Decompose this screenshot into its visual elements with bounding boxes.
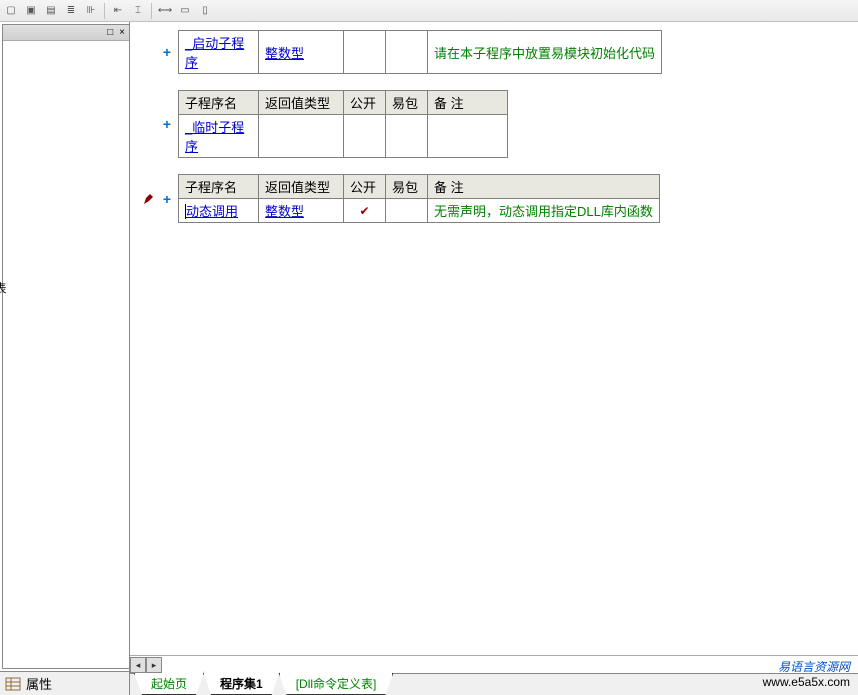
th-pub: 公开 bbox=[344, 175, 386, 199]
toolbar-btn-9[interactable]: ▭ bbox=[176, 2, 194, 20]
properties-icon bbox=[4, 676, 22, 692]
th-name: 子程序名 bbox=[179, 91, 259, 115]
expand-icon[interactable]: + bbox=[158, 44, 176, 60]
code-row-2: + 子程序名 返回值类型 公开 易包 备 注 _临时子程序 bbox=[140, 90, 854, 158]
func-table-2: 子程序名 返回值类型 公开 易包 备 注 _临时子程序 bbox=[178, 90, 508, 158]
pkg-cell[interactable] bbox=[386, 115, 428, 158]
scroll-left-icon[interactable]: ◂ bbox=[130, 657, 146, 673]
panel-close-icon[interactable]: × bbox=[117, 27, 127, 38]
note-cell[interactable] bbox=[428, 115, 508, 158]
public-cell[interactable] bbox=[344, 115, 386, 158]
toolbar-btn-10[interactable]: ▯ bbox=[196, 2, 214, 20]
func-table-3: 子程序名 返回值类型 公开 易包 备 注 动态调用 整数型 ✔ 无需声明，动态调… bbox=[178, 174, 660, 223]
watermark-en: www.e5a5x.com bbox=[763, 675, 850, 691]
th-ret: 返回值类型 bbox=[259, 91, 344, 115]
comment-text: 无需声明，动态调用指定DLL库内函数 bbox=[434, 204, 653, 219]
panel-header: □ × bbox=[3, 25, 129, 41]
toolbar-btn-1[interactable]: ▢ bbox=[2, 2, 20, 20]
scroll-right-icon[interactable]: ▸ bbox=[146, 657, 162, 673]
panel-minimize-icon[interactable]: □ bbox=[105, 27, 115, 38]
toolbar-btn-2[interactable]: ▣ bbox=[22, 2, 40, 20]
main-area: □ × 表 属性 + bbox=[0, 22, 858, 695]
tab-program-set[interactable]: 程序集1 bbox=[203, 671, 280, 695]
th-name: 子程序名 bbox=[179, 175, 259, 199]
toolbar-btn-8[interactable]: ⟷ bbox=[156, 2, 174, 20]
pkg-cell[interactable] bbox=[386, 31, 428, 74]
th-pkg: 易包 bbox=[386, 175, 428, 199]
th-pub: 公开 bbox=[344, 91, 386, 115]
toolbar-sep bbox=[151, 3, 152, 19]
table-row: _临时子程序 bbox=[179, 115, 508, 158]
func-name-link[interactable]: _临时子程序 bbox=[185, 120, 244, 154]
expand-icon[interactable]: + bbox=[158, 191, 176, 207]
comment-text: 请在本子程序中放置易模块初始化代码 bbox=[434, 46, 655, 61]
watermark: 易语言资源网 www.e5a5x.com bbox=[763, 660, 850, 691]
th-pkg: 易包 bbox=[386, 91, 428, 115]
return-type-link[interactable]: 整数型 bbox=[265, 204, 304, 219]
top-toolbar: ▢ ▣ ▤ ≣ ⊪ ⇤ ⌶ ⟷ ▭ ▯ bbox=[0, 0, 858, 22]
return-type-cell[interactable] bbox=[259, 115, 344, 158]
public-cell[interactable] bbox=[344, 31, 386, 74]
toolbar-btn-6[interactable]: ⇤ bbox=[109, 2, 127, 20]
return-type-link[interactable]: 整数型 bbox=[265, 46, 304, 61]
th-note: 备 注 bbox=[428, 175, 660, 199]
table-header-row: 子程序名 返回值类型 公开 易包 备 注 bbox=[179, 91, 508, 115]
properties-bar[interactable]: 属性 bbox=[0, 671, 129, 695]
properties-label: 属性 bbox=[26, 674, 52, 693]
horizontal-scrollbar[interactable]: ◂ ▸ bbox=[130, 655, 858, 673]
th-note: 备 注 bbox=[428, 91, 508, 115]
code-row-1: + _启动子程序 整数型 请在本子程序中放置易模块初始化代码 bbox=[140, 30, 854, 74]
checkmark-icon[interactable]: ✔ bbox=[359, 204, 369, 218]
table-row: 动态调用 整数型 ✔ 无需声明，动态调用指定DLL库内函数 bbox=[179, 199, 660, 223]
toolbar-btn-5[interactable]: ⊪ bbox=[82, 2, 100, 20]
code-content[interactable]: + _启动子程序 整数型 请在本子程序中放置易模块初始化代码 + bbox=[130, 22, 858, 655]
pkg-cell[interactable] bbox=[386, 199, 428, 223]
toolbar-btn-7[interactable]: ⌶ bbox=[129, 2, 147, 20]
left-panel: □ × 表 属性 bbox=[0, 22, 130, 695]
table-header-row: 子程序名 返回值类型 公开 易包 备 注 bbox=[179, 175, 660, 199]
tab-start[interactable]: 起始页 bbox=[134, 673, 204, 695]
editor-area: + _启动子程序 整数型 请在本子程序中放置易模块初始化代码 + bbox=[130, 22, 858, 695]
toolbar-btn-3[interactable]: ▤ bbox=[42, 2, 60, 20]
expand-icon[interactable]: + bbox=[158, 116, 176, 132]
side-tab-label[interactable]: 表 bbox=[0, 282, 9, 294]
func-name-link[interactable]: _启动子程序 bbox=[185, 36, 244, 70]
pen-icon bbox=[142, 192, 156, 206]
func-table-1: _启动子程序 整数型 请在本子程序中放置易模块初始化代码 bbox=[178, 30, 662, 74]
code-row-3: + 子程序名 返回值类型 公开 易包 备 注 动态调用 整数型 ✔ 无需声 bbox=[140, 174, 854, 223]
watermark-cn: 易语言资源网 bbox=[763, 660, 850, 676]
table-row: _启动子程序 整数型 请在本子程序中放置易模块初始化代码 bbox=[179, 31, 662, 74]
toolbar-sep bbox=[104, 3, 105, 19]
toolbar-btn-4[interactable]: ≣ bbox=[62, 2, 80, 20]
func-name-link[interactable]: 动态调用 bbox=[185, 204, 238, 219]
panel-body bbox=[3, 41, 129, 49]
th-ret: 返回值类型 bbox=[259, 175, 344, 199]
bottom-tabs: 起始页 程序集1 [Dll命令定义表] bbox=[130, 673, 858, 695]
tab-dll-defs[interactable]: [Dll命令定义表] bbox=[279, 673, 394, 695]
edit-marker-icon bbox=[140, 192, 158, 206]
side-panel: □ × 表 bbox=[2, 24, 129, 669]
